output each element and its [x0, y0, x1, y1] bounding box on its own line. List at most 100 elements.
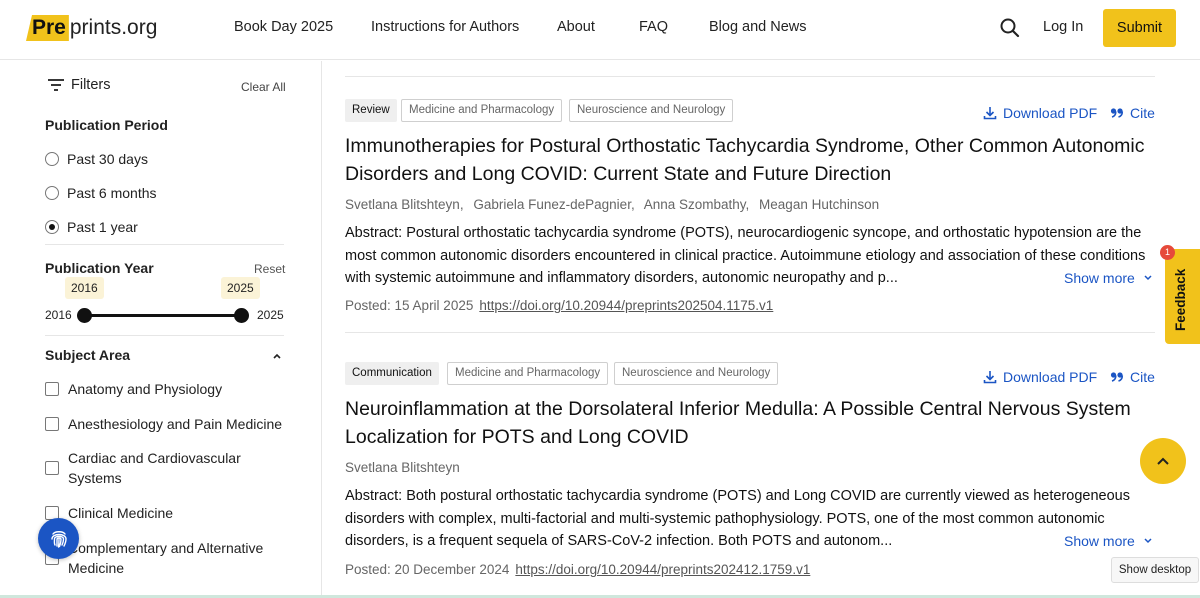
radio-label: Past 6 months — [67, 185, 157, 201]
checkbox-label: Cardiac and Cardiovascular Systems — [68, 450, 241, 486]
article-title[interactable]: Neuroinflammation at the Dorsolateral In… — [345, 395, 1155, 451]
period-option-1-year[interactable]: Past 1 year — [45, 219, 138, 235]
subject-area-title: Subject Area — [45, 347, 131, 363]
divider — [45, 244, 284, 245]
nav-about[interactable]: About — [557, 19, 595, 35]
filter-lines-icon — [48, 79, 64, 91]
divider — [345, 332, 1155, 333]
doi-link[interactable]: https://doi.org/10.20944/preprints202504… — [479, 298, 773, 313]
checkbox-label: Clinical Medicine — [68, 505, 174, 521]
quote-icon — [1110, 108, 1124, 118]
author-name[interactable]: Gabriela Funez-dePagnier, — [473, 197, 634, 212]
feedback-tab[interactable]: Feedback — [1165, 249, 1200, 344]
checkbox-label: Anesthesiology and Pain Medicine — [68, 416, 283, 432]
chevron-up-icon — [1157, 457, 1169, 465]
logo-text: prints.org — [69, 16, 158, 39]
subject-checkbox-item[interactable]: Anesthesiology and Pain Medicine — [45, 414, 285, 434]
checkbox-label: Anatomy and Physiology — [68, 381, 223, 397]
posted-date: Posted: 20 December 2024 — [345, 562, 510, 577]
preprints-logo[interactable]: Pre prints.org — [26, 14, 157, 42]
radio-button[interactable] — [45, 186, 59, 200]
chevron-up-icon[interactable] — [272, 351, 282, 361]
author-name[interactable]: Svetlana Blitshteyn — [345, 460, 460, 475]
download-pdf-label: Download PDF — [1003, 105, 1098, 121]
chevron-down-icon — [1144, 538, 1152, 544]
period-option-6-months[interactable]: Past 6 months — [45, 185, 157, 201]
clear-all-link[interactable]: Clear All — [241, 80, 286, 94]
checkbox-label: Complementary and Alternative Medicine — [68, 540, 264, 576]
article-abstract: Abstract: Postural orthostatic tachycard… — [345, 225, 1146, 286]
radio-label: Past 30 days — [67, 151, 148, 167]
doi-link[interactable]: https://doi.org/10.20944/preprints202412… — [515, 562, 810, 577]
author-list: Svetlana Blitshteyn — [345, 460, 466, 475]
author-name[interactable]: Svetlana Blitshteyn, — [345, 197, 464, 212]
subject-checkbox-item[interactable]: Anatomy and Physiology — [45, 379, 285, 399]
scroll-to-top-button[interactable] — [1140, 438, 1186, 484]
nav-instructions-for-authors[interactable]: Instructions for Authors — [371, 19, 519, 35]
subject-tag[interactable]: Neuroscience and Neurology — [569, 99, 734, 122]
show-more-label: Show more — [1064, 270, 1135, 286]
article-abstract: Abstract: Both postural orthostatic tach… — [345, 488, 1130, 549]
author-name[interactable]: Anna Szombathy, — [644, 197, 750, 212]
posted-date: Posted: 15 April 2025 — [345, 298, 474, 313]
cite-button[interactable]: Cite — [1110, 105, 1155, 121]
subject-tag[interactable]: Neuroscience and Neurology — [614, 362, 779, 385]
subject-tag[interactable]: Medicine and Pharmacology — [447, 362, 609, 385]
filter-sidebar: Filters Clear All Publication Period Pas… — [0, 61, 322, 598]
year-to-tooltip: 2025 — [221, 277, 260, 299]
submit-button[interactable]: Submit — [1103, 9, 1176, 47]
nav-blog-and-news[interactable]: Blog and News — [709, 19, 807, 35]
cite-button[interactable]: Cite — [1110, 369, 1155, 385]
download-pdf-button[interactable]: Download PDF — [983, 369, 1097, 385]
radio-button-selected[interactable] — [45, 220, 59, 234]
radio-label: Past 1 year — [67, 219, 138, 235]
filters-header: Filters — [47, 77, 110, 93]
filters-label: Filters — [71, 77, 111, 93]
subject-tag[interactable]: Medicine and Pharmacology — [401, 99, 563, 122]
download-pdf-label: Download PDF — [1003, 369, 1098, 385]
author-name[interactable]: Meagan Hutchinson — [759, 197, 879, 212]
checkbox[interactable] — [45, 382, 59, 396]
year-from-tooltip: 2016 — [65, 277, 104, 299]
quote-icon — [1110, 372, 1124, 382]
article-type-badge: Communication — [345, 362, 439, 385]
show-desktop-button[interactable]: Show desktop — [1111, 557, 1199, 583]
download-icon — [983, 371, 997, 384]
year-slider-min-handle[interactable] — [77, 308, 92, 323]
nav-book-day[interactable]: Book Day 2025 — [234, 19, 333, 35]
download-pdf-button[interactable]: Download PDF — [983, 105, 1097, 121]
year-reset-link[interactable]: Reset — [254, 262, 285, 276]
fingerprint-icon[interactable] — [38, 518, 79, 559]
show-more-button[interactable]: Show more — [1060, 533, 1155, 549]
year-slider-max-handle[interactable] — [234, 308, 249, 323]
nav-faq[interactable]: FAQ — [639, 19, 668, 35]
period-option-30-days[interactable]: Past 30 days — [45, 151, 148, 167]
checkbox[interactable] — [45, 461, 59, 475]
notification-badge: 1 — [1160, 245, 1175, 260]
author-list: Svetlana Blitshteyn, Gabriela Funez-dePa… — [345, 197, 885, 212]
cite-label: Cite — [1130, 369, 1155, 385]
logo-pre: Pre — [26, 15, 69, 41]
publication-year-title: Publication Year — [45, 260, 154, 276]
subject-checkbox-item[interactable]: Complementary and Alternative Medicine — [45, 538, 275, 578]
show-more-label: Show more — [1064, 533, 1135, 549]
divider — [345, 76, 1155, 77]
subject-checkbox-item[interactable]: Cardiac and Cardiovascular Systems — [45, 448, 245, 488]
show-more-button[interactable]: Show more — [1060, 270, 1155, 286]
posted-line: Posted: 15 April 2025 https://doi.org/10.… — [345, 298, 773, 313]
article-type-badge: Review — [345, 99, 397, 122]
divider — [45, 335, 284, 336]
year-max-label: 2025 — [257, 308, 284, 322]
year-slider-track[interactable] — [84, 314, 242, 317]
radio-button[interactable] — [45, 152, 59, 166]
checkbox[interactable] — [45, 417, 59, 431]
site-header: Pre prints.org Book Day 2025 Instruction… — [0, 0, 1200, 60]
feedback-label: Feedback — [1173, 268, 1188, 331]
cite-label: Cite — [1130, 105, 1155, 121]
article-title[interactable]: Immunotherapies for Postural Orthostatic… — [345, 132, 1155, 188]
search-icon[interactable] — [998, 16, 1022, 40]
results-list: Review Medicine and Pharmacology Neurosc… — [323, 61, 1200, 598]
posted-line: Posted: 20 December 2024 https://doi.org/… — [345, 562, 810, 577]
subject-checkbox-item[interactable]: Clinical Medicine — [45, 503, 285, 523]
login-link[interactable]: Log In — [1043, 19, 1083, 35]
